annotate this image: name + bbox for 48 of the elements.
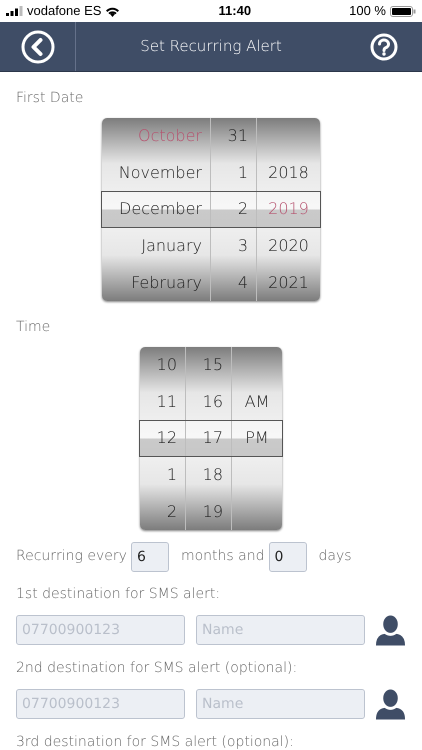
contact-icon[interactable] — [375, 614, 406, 646]
wifi-icon — [105, 6, 120, 16]
picker-value[interactable]: December — [119, 197, 202, 222]
days-field[interactable]: 0 — [268, 542, 306, 572]
battery-icon — [390, 6, 416, 16]
picker-value[interactable]: 16 — [202, 390, 223, 414]
picker-value[interactable]: 2 — [166, 500, 177, 524]
contact-icon[interactable] — [375, 688, 406, 720]
picker-value[interactable]: January — [141, 234, 202, 258]
picker-value[interactable]: 2 — [238, 197, 248, 222]
time-label: Time — [16, 318, 52, 337]
destination-label: 1st destination for SMS alert: — [16, 584, 222, 604]
battery-percent: 100 % — [349, 2, 386, 20]
picker-value[interactable]: 4 — [238, 270, 248, 295]
picker-value[interactable]: 3 — [238, 234, 248, 258]
first-date-label: First Date — [16, 89, 84, 108]
picker-value[interactable]: 11 — [156, 390, 177, 414]
picker-value[interactable]: 18 — [202, 463, 223, 488]
months-label: months and — [180, 547, 264, 566]
destination-label: 3rd destination for SMS alert (optional): — [16, 732, 295, 750]
destination-label: 2nd destination for SMS alert (optional): — [16, 658, 298, 678]
picker-value[interactable]: 2019 — [268, 197, 309, 222]
picker-value[interactable]: 12 — [156, 426, 177, 450]
months-field[interactable]: 6 — [130, 542, 169, 572]
picker-value[interactable]: 15 — [202, 353, 223, 378]
picker-value[interactable]: 2021 — [268, 270, 309, 295]
picker-value[interactable]: 2018 — [268, 160, 309, 185]
signal-icon — [6, 6, 23, 16]
screen-title: Set Recurring Alert — [140, 36, 282, 58]
help-icon[interactable] — [370, 32, 398, 60]
picker-value[interactable]: 17 — [202, 426, 223, 450]
status-time: 11:40 — [218, 2, 252, 20]
picker-value[interactable]: 10 — [156, 353, 177, 378]
carrier-name: vodafone ES — [27, 2, 102, 20]
recurring-label: Recurring every — [16, 547, 127, 566]
picker-value[interactable]: February — [131, 270, 202, 295]
picker-value[interactable]: 31 — [228, 124, 248, 148]
first-date-picker[interactable]: October 31 November 1 2018 December 2 2019 January 3 2020 February 4 2021 — [102, 118, 320, 301]
picker-value[interactable]: 19 — [202, 500, 223, 524]
time-picker[interactable]: 10 15 11 16 AM 12 17 PM 1 18 2 19 — [140, 346, 282, 530]
picker-value[interactable]: November — [118, 160, 202, 185]
picker-value[interactable]: 2020 — [268, 234, 309, 258]
picker-value[interactable]: PM — [245, 426, 269, 450]
back-icon[interactable] — [20, 30, 54, 64]
picker-value[interactable]: 1 — [166, 463, 177, 488]
days-label: days — [318, 547, 352, 566]
picker-value[interactable]: AM — [244, 390, 270, 414]
picker-value[interactable]: 1 — [238, 160, 248, 185]
